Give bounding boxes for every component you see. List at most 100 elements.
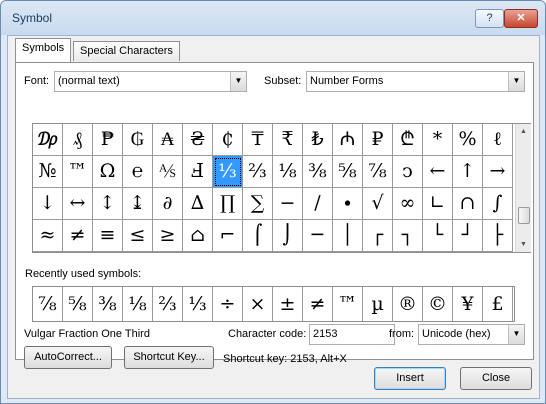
symbol-cell[interactable]: ⅓	[213, 156, 243, 188]
help-button[interactable]: ?	[475, 9, 504, 28]
recent-symbol-cell[interactable]: £	[483, 287, 513, 321]
symbol-cell[interactable]: ₯	[33, 124, 63, 156]
symbol-cell[interactable]: ├	[483, 220, 513, 252]
symbol-cell[interactable]: ₾	[393, 124, 423, 156]
symbol-cell[interactable]: Ω	[93, 156, 123, 188]
symbol-cell[interactable]: −	[273, 188, 303, 220]
symbol-cell[interactable]: ⅍	[153, 156, 183, 188]
from-select[interactable]: Unicode (hex) ▼	[418, 324, 525, 345]
symbol-cell[interactable]: ∆	[183, 188, 213, 220]
symbol-cell[interactable]: ⅔	[243, 156, 273, 188]
recent-symbol-cell[interactable]: ⅝	[63, 287, 93, 321]
symbol-cell[interactable]: √	[363, 188, 393, 220]
symbol-cell[interactable]: ↕	[93, 188, 123, 220]
symbol-cell[interactable]: ↄ	[393, 156, 423, 188]
symbol-cell[interactable]: ┌	[363, 220, 393, 252]
symbol-cell[interactable]: ┘	[453, 220, 483, 252]
symbol-cell[interactable]: Ⅎ	[183, 156, 213, 188]
close-button[interactable]: Close	[460, 367, 532, 390]
symbol-cell[interactable]: ₽	[363, 124, 393, 156]
recent-symbol-cell[interactable]: ⅔	[153, 287, 183, 321]
tab-symbols[interactable]: Symbols	[15, 38, 72, 62]
symbol-cell[interactable]: ⅝	[333, 156, 363, 188]
symbol-cell[interactable]: ₹	[273, 124, 303, 156]
symbol-cell[interactable]: №	[33, 156, 63, 188]
symbol-cell[interactable]: ≡	[93, 220, 123, 252]
symbol-cell[interactable]: ∟	[423, 188, 453, 220]
symbol-cell[interactable]: ↔	[63, 188, 93, 220]
symbol-cell[interactable]: ₲	[123, 124, 153, 156]
chevron-down-icon[interactable]: ▼	[508, 72, 524, 91]
symbol-cell[interactable]: ₸	[243, 124, 273, 156]
symbol-grid-scrollbar[interactable]: ▲ ▼	[515, 124, 531, 252]
scroll-up-icon[interactable]: ▲	[516, 124, 531, 139]
symbol-cell[interactable]: ⌠	[243, 220, 273, 252]
recent-symbol-cell[interactable]: ¥	[453, 287, 483, 321]
symbol-cell[interactable]: ⅜	[303, 156, 333, 188]
recent-symbol-cell[interactable]: ×	[243, 287, 273, 321]
symbol-cell[interactable]: ₱	[93, 124, 123, 156]
symbol-cell[interactable]: ₵	[213, 124, 243, 156]
symbol-cell[interactable]: ∂	[153, 188, 183, 220]
symbol-cell[interactable]: ≈	[33, 220, 63, 252]
symbol-cell[interactable]: ─	[303, 220, 333, 252]
recent-symbol-cell[interactable]: ÷	[213, 287, 243, 321]
symbol-cell[interactable]: ₳	[153, 124, 183, 156]
recent-symbol-cell[interactable]: ⅞	[33, 287, 63, 321]
symbol-cell[interactable]: ≠	[63, 220, 93, 252]
symbol-cell[interactable]: ∞	[393, 188, 423, 220]
chevron-down-icon[interactable]: ▼	[230, 72, 246, 91]
character-code-label: Character code:	[228, 328, 307, 340]
symbol-cell[interactable]: ℓ	[483, 124, 513, 156]
symbol-cell[interactable]: ⌡	[273, 220, 303, 252]
shortcut-key-button[interactable]: Shortcut Key...	[124, 346, 214, 369]
recent-symbol-cell[interactable]: ⅓	[183, 287, 213, 321]
symbol-cell[interactable]: ≥	[153, 220, 183, 252]
symbol-cell[interactable]: ₼	[333, 124, 363, 156]
recent-symbol-cell[interactable]: µ	[363, 287, 393, 321]
symbol-cell[interactable]: ⅛	[273, 156, 303, 188]
recent-symbol-cell[interactable]: ™	[333, 287, 363, 321]
symbol-cell[interactable]: ₴	[183, 124, 213, 156]
close-window-button[interactable]: ✕	[504, 9, 538, 28]
symbol-cell[interactable]: ⌂	[183, 220, 213, 252]
symbol-cell[interactable]: ↓	[33, 188, 63, 220]
chevron-down-icon[interactable]: ▼	[508, 325, 524, 344]
font-select[interactable]: (normal text) ▼	[54, 71, 247, 92]
symbol-cell[interactable]: ₺	[303, 124, 333, 156]
recent-symbol-cell[interactable]: ⅜	[93, 287, 123, 321]
recent-symbol-cell[interactable]: ⅛	[123, 287, 153, 321]
symbol-cell[interactable]: ∑	[243, 188, 273, 220]
subset-select[interactable]: Number Forms ▼	[306, 71, 525, 92]
symbol-cell[interactable]: ∩	[453, 188, 483, 220]
recent-symbol-cell[interactable]: ±	[273, 287, 303, 321]
symbol-cell[interactable]: ∙	[333, 188, 363, 220]
tab-special-characters[interactable]: Special Characters	[73, 41, 180, 61]
insert-button[interactable]: Insert	[374, 367, 446, 390]
symbol-cell[interactable]: ∫	[483, 188, 513, 220]
symbol-cell[interactable]: *	[423, 124, 453, 156]
symbol-cell[interactable]: ∏	[213, 188, 243, 220]
autocorrect-button[interactable]: AutoCorrect...	[24, 346, 112, 369]
symbol-cell[interactable]: ≤	[123, 220, 153, 252]
character-code-input[interactable]: 2153	[309, 324, 395, 345]
symbol-cell[interactable]: ↑	[453, 156, 483, 188]
recent-symbol-cell[interactable]: ≠	[303, 287, 333, 321]
symbol-cell[interactable]: ₰	[63, 124, 93, 156]
symbol-cell[interactable]: ⌐	[213, 220, 243, 252]
symbol-cell[interactable]: ∕	[303, 188, 333, 220]
symbol-cell[interactable]: ←	[423, 156, 453, 188]
recent-symbol-cell[interactable]: ©	[423, 287, 453, 321]
symbol-cell[interactable]: ⅞	[363, 156, 393, 188]
recent-symbol-cell[interactable]: ®	[393, 287, 423, 321]
symbol-cell[interactable]: ℮	[123, 156, 153, 188]
symbol-cell[interactable]: └	[423, 220, 453, 252]
symbol-cell[interactable]: ™	[63, 156, 93, 188]
symbol-cell[interactable]: │	[333, 220, 363, 252]
symbol-cell[interactable]: ↨	[123, 188, 153, 220]
symbol-cell[interactable]: ┐	[393, 220, 423, 252]
symbol-cell[interactable]: %	[453, 124, 483, 156]
scroll-down-icon[interactable]: ▼	[516, 237, 531, 252]
scroll-thumb[interactable]	[518, 207, 530, 224]
symbol-cell[interactable]: →	[483, 156, 513, 188]
